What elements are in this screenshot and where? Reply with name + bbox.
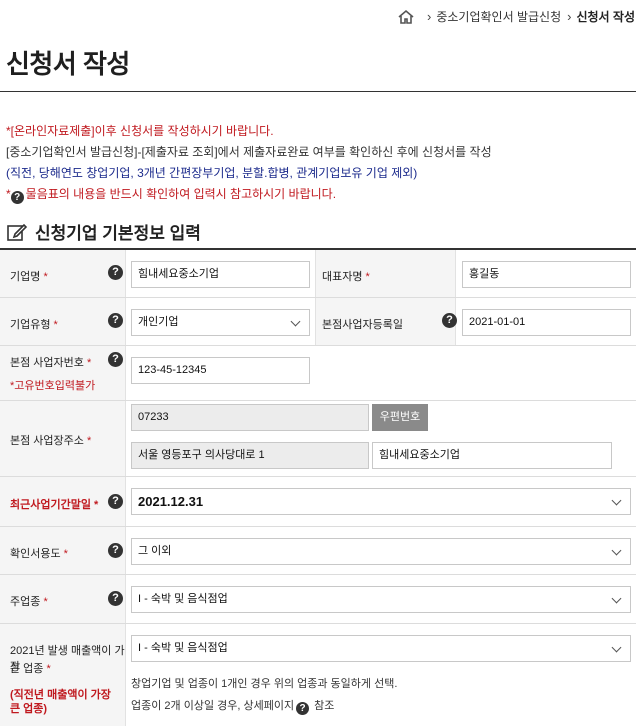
industry-note: 창업기업 및 업종이 1개인 경우 위의 업종과 동일하게 선택. xyxy=(131,678,398,690)
form-row-largest-sales-industry: 2021년 발생 매출액이 가장 큰 업종 * (직전년 매출액이 가장 큰 업… xyxy=(0,624,636,726)
form-label-cell: 본점사업자등록일 ? xyxy=(315,298,457,345)
main-industry-select[interactable]: I - 숙박 및 음식점업 xyxy=(131,586,631,613)
label-largest-sales-line2: 큰 업종 xyxy=(10,663,44,675)
notice-line: [중소기업확인서 발급신청]-[제출자료 조회]에서 제출자료완료 여부를 확인… xyxy=(6,145,492,159)
form-row-hq-biz-no: 본점 사업자번호 * *고유번호입력불가 ? 123-45-12345 xyxy=(0,346,636,401)
notice-box: *[온라인자료제출]이후 신청서를 작성하시기 바랍니다. [중소기업확인서 발… xyxy=(6,121,492,205)
form-label-cell: 기업유형 * ? xyxy=(0,298,126,345)
form-label-cell: 본점 사업장주소 * xyxy=(0,401,126,476)
form-row-purpose: 확인서용도 * ? 그 이외 xyxy=(0,527,636,575)
industry-note: 업종이 2개 이상일 경우, 상세페이지? 참조 xyxy=(131,695,334,717)
notice-line: *[온라인자료제출]이후 신청서를 작성하시기 바랍니다. xyxy=(6,124,274,138)
label-hq-address: 본점 사업장주소 xyxy=(10,435,84,447)
breadcrumb-item[interactable]: 중소기업확인서 발급신청 xyxy=(436,8,561,25)
form-row-fiscal-end: 최근사업기간말일 * ? 2021.12.31 xyxy=(0,477,636,527)
breadcrumb-separator: › xyxy=(426,9,432,24)
form-label-cell: 주업종 * ? xyxy=(0,575,126,623)
form-label-cell: 2021년 발생 매출액이 가장 큰 업종 * (직전년 매출액이 가장 큰 업… xyxy=(0,624,126,726)
company-name-input[interactable]: 힘내세요중소기업 xyxy=(131,261,310,288)
breadcrumb: › 중소기업확인서 발급신청 › 신청서 작성 xyxy=(397,8,635,25)
required-mark: * xyxy=(86,435,92,447)
required-mark: * xyxy=(86,357,92,369)
fiscal-end-select[interactable]: 2021.12.31 xyxy=(131,488,631,515)
required-mark: * xyxy=(43,596,48,608)
company-type-select[interactable]: 개인기업 xyxy=(131,309,310,336)
help-icon[interactable]: ? xyxy=(108,352,123,367)
purpose-select[interactable]: 그 이외 xyxy=(131,538,631,565)
section-heading: 신청기업 기본정보 입력 xyxy=(6,219,201,244)
required-mark: * xyxy=(365,271,370,283)
hq-biz-no-input[interactable]: 123-45-12345 xyxy=(131,357,310,384)
required-mark: * xyxy=(63,548,68,560)
label-hq-biz-no: 본점 사업자번호 xyxy=(10,357,84,369)
help-icon[interactable]: ? xyxy=(296,702,310,715)
label-company-type: 기업유형 xyxy=(10,319,51,331)
form-label-cell: 기업명 * ? xyxy=(0,250,126,297)
address-detail-input[interactable]: 힘내세요중소기업 xyxy=(372,442,612,469)
industry-note-text: 업종이 2개 이상일 경우, 상세페이지 xyxy=(131,700,295,712)
help-icon: ? xyxy=(10,191,24,204)
form-label-cell: 대표자명 * xyxy=(315,250,456,297)
largest-sales-industry-select[interactable]: I - 숙박 및 음식점업 xyxy=(131,635,631,662)
form-row-main-industry: 주업종 * ? I - 숙박 및 음식점업 xyxy=(0,575,636,624)
zipcode-search-button[interactable]: 우편번호 xyxy=(372,404,428,431)
form-label-cell: 확인서용도 * ? xyxy=(0,527,126,574)
form-label-cell: 본점 사업자번호 * *고유번호입력불가 ? xyxy=(0,346,126,400)
required-mark: * xyxy=(94,499,99,511)
home-icon[interactable] xyxy=(397,9,415,25)
page-title: 신청서 작성 xyxy=(6,49,130,79)
breadcrumb-separator: › xyxy=(567,9,572,24)
notice-line: (직전, 당해연도 창업기업, 3개년 간편장부기업, 분할.합병, 관계기업보… xyxy=(6,166,418,180)
help-icon[interactable]: ? xyxy=(442,313,457,328)
help-icon[interactable]: ? xyxy=(108,591,123,606)
form-row-company-name: 기업명 * ? 힘내세요중소기업 대표자명 * 홍길동 xyxy=(0,250,636,298)
notice-line: *? 물음표의 내용을 반드시 확인하여 입력시 참고하시기 바랍니다. xyxy=(6,184,492,205)
form-label-cell: 최근사업기간말일 * ? xyxy=(0,477,126,526)
hq-reg-date-input[interactable]: 2021-01-01 xyxy=(462,309,631,336)
label-ceo: 대표자명 xyxy=(322,271,363,283)
help-icon[interactable]: ? xyxy=(108,265,123,280)
section-title: 신청기업 기본정보 입력 xyxy=(35,224,201,243)
ceo-name-input[interactable]: 홍길동 xyxy=(462,261,631,288)
required-mark: * xyxy=(53,319,58,331)
label-main-industry: 주업종 xyxy=(10,596,41,608)
help-icon[interactable]: ? xyxy=(108,494,123,509)
required-mark: * xyxy=(43,271,48,283)
breadcrumb-current: 신청서 작성 xyxy=(576,10,635,24)
address-input[interactable]: 서울 영등포구 의사당대로 1 xyxy=(131,442,369,469)
label-hq-reg-date: 본점사업자등록일 xyxy=(322,319,403,331)
form-row-hq-address: 본점 사업장주소 * 07233 우편번호 서울 영등포구 의사당대로 1 힘내… xyxy=(0,401,636,477)
label-fiscal-end: 최근사업기간말일 xyxy=(10,499,91,511)
label-sub-note: *고유번호입력불가 xyxy=(10,380,96,392)
label-sub-note: 큰 업종) xyxy=(10,703,48,715)
help-icon[interactable]: ? xyxy=(108,313,123,328)
label-purpose: 확인서용도 xyxy=(10,548,61,560)
edit-icon xyxy=(7,223,28,241)
divider xyxy=(0,91,636,92)
required-mark: * xyxy=(46,663,51,675)
help-icon[interactable]: ? xyxy=(108,543,123,558)
notice-asterisk: * xyxy=(6,187,11,201)
notice-text: 물음표의 내용을 반드시 확인하여 입력시 참고하시기 바랍니다. xyxy=(25,187,337,201)
label-company-name: 기업명 xyxy=(10,271,41,283)
zipcode-input[interactable]: 07233 xyxy=(131,404,369,431)
form-row-company-type: 기업유형 * ? 개인기업 본점사업자등록일 ? 2021-01-01 xyxy=(0,298,636,346)
industry-note-suffix: 참조 xyxy=(314,700,335,712)
